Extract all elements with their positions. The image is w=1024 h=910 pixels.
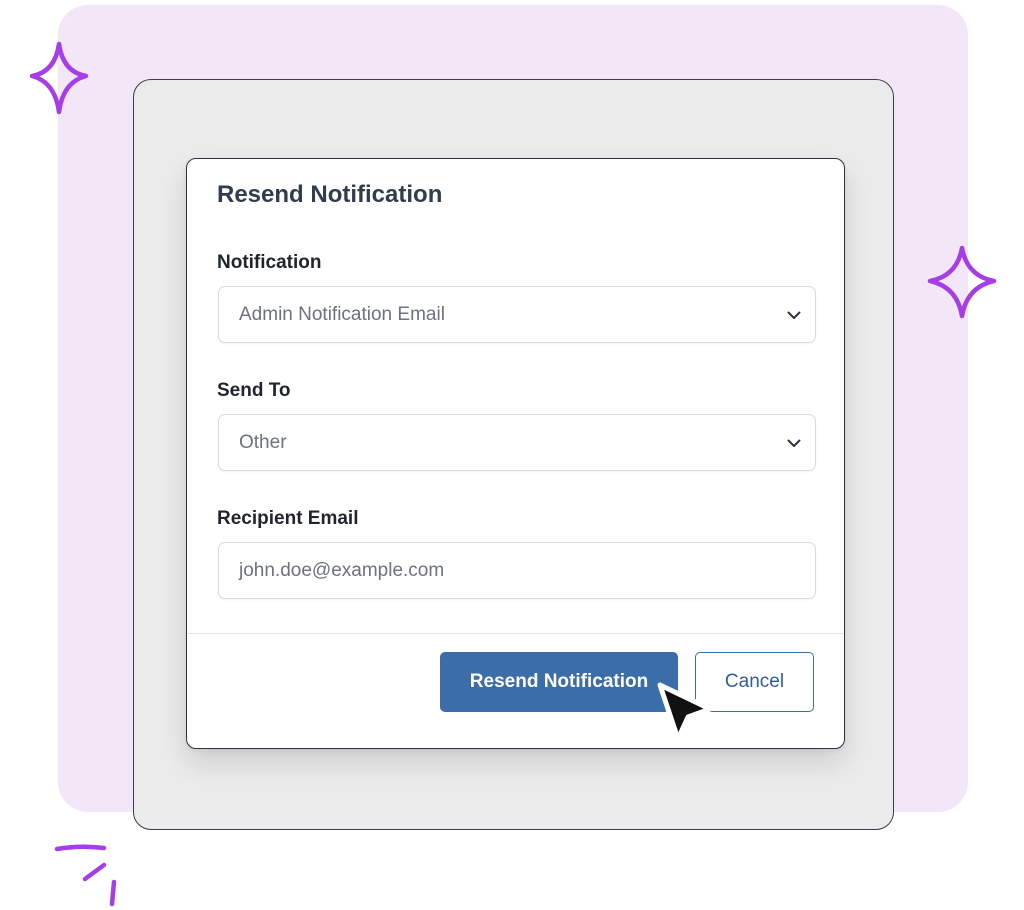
notification-label: Notification <box>217 252 322 273</box>
chevron-down-icon <box>787 439 801 447</box>
stage: Resend Notification Notification Admin N… <box>0 0 1024 910</box>
footer-divider <box>187 633 844 634</box>
recipient-email-placeholder: john.doe@example.com <box>239 559 445 581</box>
sparkle-icon <box>29 41 89 115</box>
recipient-email-label: Recipient Email <box>217 508 359 529</box>
send-to-label: Send To <box>217 380 291 401</box>
chevron-down-icon <box>787 311 801 319</box>
dialog-title: Resend Notification <box>217 181 443 208</box>
resend-notification-dialog: Resend Notification Notification Admin N… <box>186 158 845 749</box>
notification-select-value: Admin Notification Email <box>239 303 445 325</box>
recipient-email-input[interactable]: john.doe@example.com <box>218 542 816 599</box>
sparkle-icon <box>927 245 997 319</box>
notification-select[interactable]: Admin Notification Email <box>218 286 816 343</box>
send-to-select[interactable]: Other <box>218 414 816 471</box>
mouse-pointer-icon <box>657 682 713 742</box>
resend-notification-button[interactable]: Resend Notification <box>440 652 678 712</box>
scribble-mark-icon <box>54 844 117 907</box>
send-to-select-value: Other <box>239 431 287 453</box>
